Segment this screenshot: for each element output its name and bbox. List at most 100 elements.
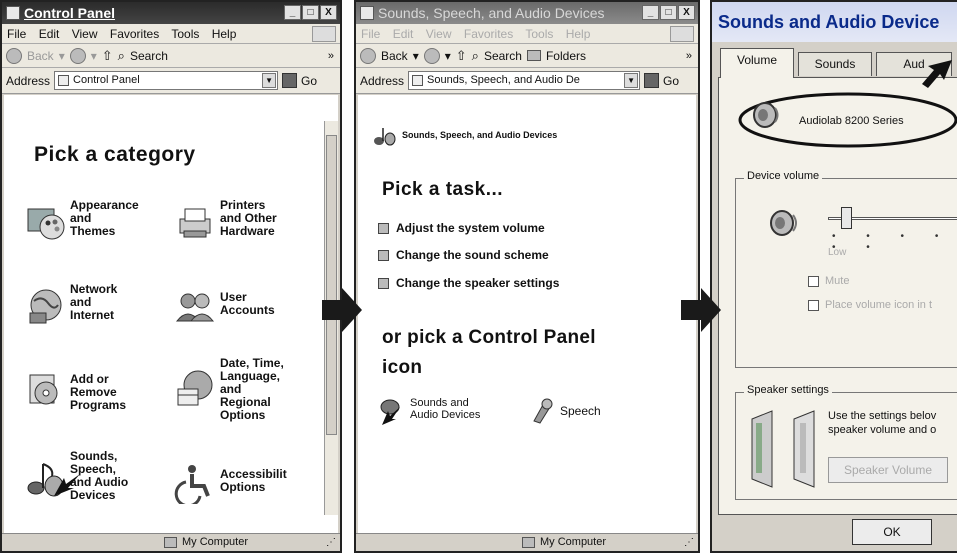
category-appearance-and-themes[interactable]: Appearance and Themes (24, 199, 169, 259)
menu-edit[interactable]: Edit (393, 27, 414, 41)
address-value: Sounds, Speech, and Audio De (427, 74, 580, 86)
checkbox-box[interactable] (808, 299, 819, 311)
category-label: Printers and Other Hardware (220, 198, 277, 238)
go-arrow-icon[interactable] (644, 73, 660, 88)
go-button[interactable]: Go (301, 74, 317, 88)
low-label: Low (828, 247, 847, 258)
category-add-or-remove-programs[interactable]: Add or Remove Programs (24, 365, 169, 425)
appearance-themes-icon (27, 208, 65, 240)
search-button[interactable]: Search (130, 44, 168, 68)
task-arrow-icon (378, 249, 389, 261)
page-heading: Pick a category (34, 143, 196, 166)
window-title-bar[interactable]: Sounds, Speech, and Audio Devices _ □ X (356, 2, 698, 24)
place-volume-icon-checkbox[interactable]: Place volume icon in t (808, 299, 932, 311)
menu-tools[interactable]: Tools (525, 27, 553, 41)
menu-edit[interactable]: Edit (39, 27, 60, 41)
menu-view[interactable]: View (426, 27, 452, 41)
back-dropdown-icon[interactable]: ▾ (59, 44, 65, 68)
globe-network-icon (29, 289, 62, 324)
address-input[interactable]: Sounds, Speech, and Audio De ▼ (408, 71, 641, 90)
category-label: Accessibilit Options (220, 467, 287, 494)
toolbar-overflow[interactable]: » (328, 44, 334, 68)
speaker-small-icon (360, 6, 374, 20)
go-arrow-icon[interactable] (282, 73, 298, 88)
back-dropdown-icon[interactable]: ▾ (413, 44, 419, 68)
menu-view[interactable]: View (72, 27, 98, 41)
window-title: Control Panel (24, 5, 116, 21)
toolbar: Back ▾ ▾ ⇧ ⌕ Search » (2, 44, 340, 68)
menu-favorites[interactable]: Favorites (464, 27, 513, 41)
back-arrow-icon[interactable] (360, 47, 376, 64)
forward-dropdown-icon[interactable]: ▾ (445, 44, 451, 68)
go-button[interactable]: Go (663, 74, 679, 88)
checkbox-box[interactable] (808, 275, 819, 287)
close-button[interactable]: X (678, 5, 695, 20)
ok-button[interactable]: OK (852, 519, 932, 545)
tab-sounds[interactable]: Sounds (798, 52, 872, 76)
category-user-accounts[interactable]: User Accounts (174, 283, 319, 343)
resize-grip-icon[interactable]: ⋰ (684, 534, 694, 551)
group-label: Device volume (744, 170, 823, 182)
resize-grip-icon[interactable]: ⋰ (326, 534, 336, 551)
tab-volume[interactable]: Volume (720, 48, 794, 78)
mute-checkbox[interactable]: Mute (808, 275, 849, 287)
back-button[interactable]: Back (27, 44, 54, 68)
menu-file[interactable]: File (7, 27, 26, 41)
pointer-arrow-icon (54, 474, 80, 496)
address-dropdown-icon[interactable]: ▼ (624, 73, 639, 88)
task-label: Adjust the system volume (396, 221, 545, 235)
maximize-button[interactable]: □ (302, 5, 319, 20)
task-adjust-volume[interactable]: Adjust the system volume (378, 221, 545, 235)
speaker-icon (380, 399, 400, 425)
up-folder-icon[interactable]: ⇧ (102, 44, 113, 68)
menu-bar: File Edit View Favorites Tools Help (356, 24, 698, 44)
category-accessibility-options[interactable]: Accessibilit Options (174, 460, 319, 520)
address-label: Address (6, 73, 51, 88)
address-input[interactable]: Control Panel ▼ (54, 71, 279, 90)
category-network-and-internet[interactable]: Network and Internet (24, 283, 169, 343)
forward-dropdown-icon[interactable]: ▾ (91, 44, 97, 68)
back-arrow-icon[interactable] (6, 47, 22, 64)
category-printers-and-other-hardware[interactable]: Printers and Other Hardware (174, 199, 319, 259)
close-button[interactable]: X (320, 5, 337, 20)
minimize-button[interactable]: _ (284, 5, 301, 20)
folders-button[interactable]: Folders (546, 44, 586, 68)
forward-arrow-icon[interactable] (69, 47, 86, 64)
task-change-sound-scheme[interactable]: Change the sound scheme (378, 248, 549, 262)
address-dropdown-icon[interactable]: ▼ (262, 73, 277, 88)
toolbar-overflow[interactable]: » (686, 44, 692, 68)
menu-help[interactable]: Help (212, 27, 237, 41)
icon-speech[interactable]: Speech (528, 397, 638, 433)
search-icon[interactable]: ⌕ (472, 44, 479, 68)
up-folder-icon[interactable]: ⇧ (456, 44, 467, 68)
window-title-bar[interactable]: Control Panel _ □ X (2, 2, 340, 24)
category-date-time-language-regional[interactable]: Date, Time, Language, and Regional Optio… (174, 357, 319, 422)
maximize-button[interactable]: □ (660, 5, 677, 20)
dialog-title[interactable]: Sounds and Audio Device (712, 2, 957, 42)
category-sounds-speech-audio-devices[interactable]: Sounds, Speech, and Audio Devices (24, 450, 169, 510)
icon-sounds-and-audio-devices[interactable]: Sounds and Audio Devices (378, 397, 518, 433)
task-change-speaker-settings[interactable]: Change the speaker settings (378, 276, 559, 290)
minimize-button[interactable]: _ (642, 5, 659, 20)
step-arrow-icon (322, 288, 362, 332)
menu-favorites[interactable]: Favorites (110, 27, 159, 41)
sounds-speech-audio-window: Sounds, Speech, and Audio Devices _ □ X … (354, 0, 700, 553)
pointer-arrow-icon (922, 60, 952, 88)
task-view: Sounds, Speech, and Audio Devices Pick a… (358, 95, 696, 533)
search-button[interactable]: Search (484, 44, 522, 68)
volume-slider[interactable]: • • • • • • (828, 207, 957, 253)
back-button[interactable]: Back (381, 44, 408, 68)
menu-file[interactable]: File (361, 27, 380, 41)
address-value: Control Panel (73, 74, 140, 86)
search-icon[interactable]: ⌕ (118, 44, 125, 68)
scrollbar-thumb[interactable] (326, 135, 337, 435)
folders-icon[interactable] (526, 50, 541, 61)
menu-help[interactable]: Help (566, 27, 591, 41)
speech-microphone-icon (533, 398, 553, 424)
speaker-icon (770, 210, 797, 236)
speaker-volume-button[interactable]: Speaker Volume (828, 457, 948, 483)
menu-tools[interactable]: Tools (171, 27, 199, 41)
slider-thumb[interactable] (840, 207, 852, 229)
forward-arrow-icon[interactable] (423, 47, 440, 64)
pick-icon-heading: or pick a Control Panel icon (382, 327, 596, 378)
